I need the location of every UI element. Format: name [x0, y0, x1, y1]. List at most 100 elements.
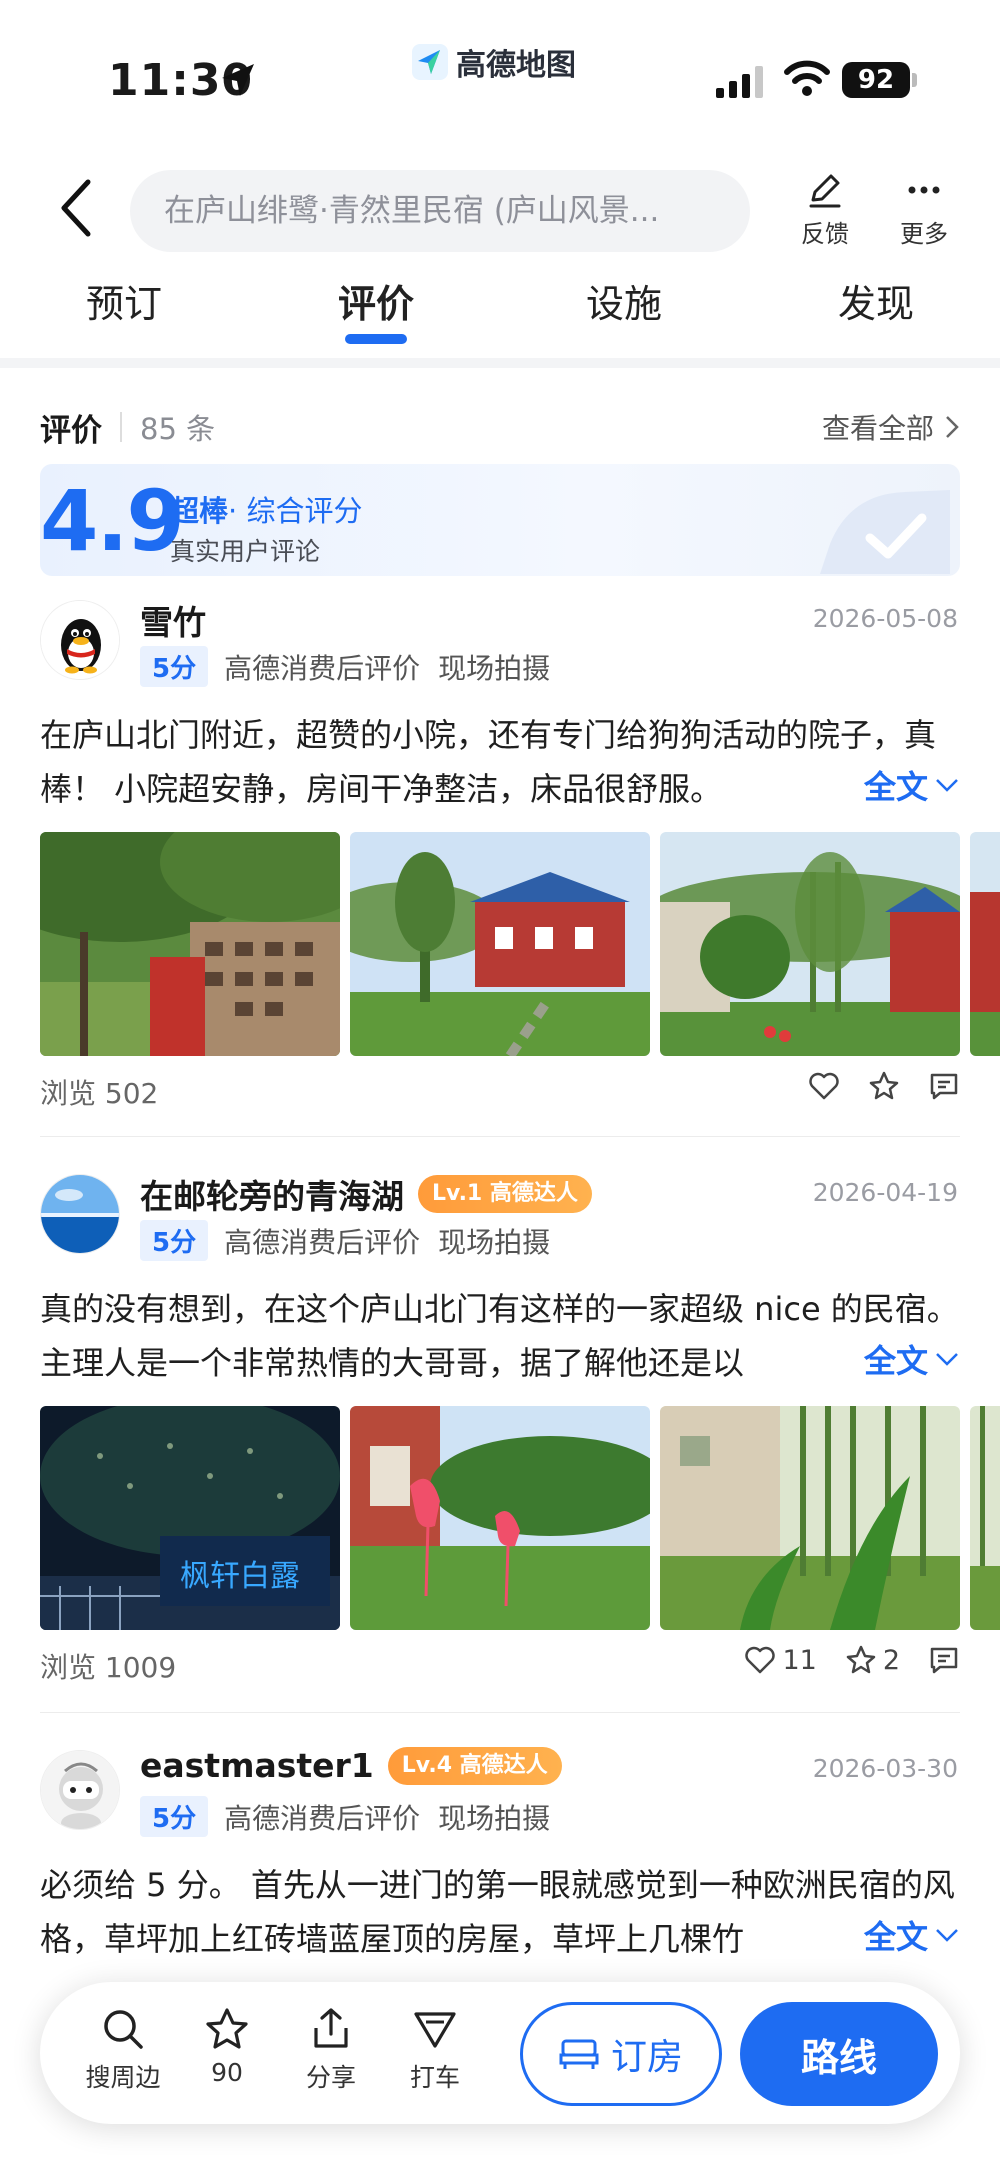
share-button[interactable]: 分享 — [286, 2006, 376, 2094]
night-sign-photo: 枫轩白露 — [40, 1406, 340, 1630]
search-icon — [104, 2010, 143, 2049]
review-photo[interactable] — [970, 1406, 1000, 1630]
review-photo[interactable] — [970, 832, 1000, 1056]
house-lawn-photo — [350, 832, 650, 1056]
app-name: 高德地图 — [456, 48, 576, 83]
favorite-button[interactable]: 2 — [845, 1644, 900, 1676]
user-name-text: eastmaster1 — [140, 1746, 374, 1785]
book-room-button[interactable]: 订房 — [520, 2002, 722, 2106]
expand-full-text[interactable]: 全文 — [803, 1912, 960, 1958]
review-meta: 5分 高德消费后评价 现场拍摄 — [140, 1796, 550, 1837]
onsite-photo-tag: 现场拍摄 — [438, 1801, 551, 1835]
onsite-photo-tag: 现场拍摄 — [438, 1225, 551, 1259]
badge-check-icon — [820, 490, 950, 574]
review-photo[interactable] — [660, 1406, 960, 1630]
tab-bar: 预订 评价 设施 发现 — [0, 268, 1000, 358]
user-name[interactable]: 雪竹 — [140, 596, 206, 644]
search-nearby-label: 搜周边 — [85, 2063, 161, 2092]
expand-full-text[interactable]: 全文 — [803, 762, 960, 808]
app-indicator: 高德地图 — [412, 42, 576, 83]
verified-tag: 高德消费后评价 — [224, 651, 421, 685]
avatar[interactable] — [40, 1750, 120, 1830]
review-photo[interactable] — [350, 832, 650, 1056]
tab-facilities[interactable]: 设施 — [524, 268, 724, 340]
battery-tip — [912, 73, 917, 87]
comment-icon — [930, 1073, 958, 1100]
reviews-title: 评价 — [40, 412, 102, 449]
see-all-link[interactable]: 查看全部 — [822, 407, 960, 447]
chevron-down-icon — [936, 1929, 958, 1942]
active-tab-indicator — [345, 334, 407, 344]
heart-icon — [809, 1072, 839, 1100]
more-button[interactable]: 更多 — [884, 170, 964, 249]
review-date: 2026-05-08 — [812, 604, 958, 633]
divider — [120, 412, 122, 442]
cellular-signal-icon — [716, 66, 763, 98]
verified-tag: 高德消费后评价 — [224, 1225, 421, 1259]
divider — [40, 1712, 960, 1713]
chevron-down-icon — [936, 779, 958, 792]
back-button[interactable] — [52, 176, 104, 240]
section-divider — [0, 358, 1000, 368]
like-button[interactable]: 11 — [744, 1644, 817, 1676]
status-bar: 11:30 高德地图 92 — [0, 0, 1000, 160]
favorite-count: 2 — [882, 1644, 900, 1676]
photo-sign-text: 枫轩白露 — [180, 1559, 300, 1594]
rating-points: 5分 — [140, 1796, 209, 1837]
like-count: 11 — [782, 1644, 817, 1676]
route-label: 路线 — [800, 2035, 877, 2080]
tab-reviews[interactable]: 评价 — [276, 268, 476, 340]
amap-logo-icon — [412, 44, 448, 80]
ocean-avatar-icon — [41, 1175, 119, 1253]
heart-icon — [745, 1646, 776, 1674]
avatar[interactable] — [40, 600, 120, 680]
photo-strip: 枫轩白露 — [40, 1406, 1000, 1630]
chevron-down-icon — [936, 1353, 958, 1366]
bottom-action-bar: 搜周边 90 分享 打车 订房 路线 — [40, 1982, 960, 2124]
favorite-button[interactable] — [868, 1070, 900, 1102]
grade-label: 超棒 — [170, 494, 229, 528]
chevron-right-icon — [946, 416, 959, 438]
like-button[interactable] — [808, 1071, 840, 1101]
route-button[interactable]: 路线 — [740, 2002, 938, 2106]
wifi-icon — [784, 60, 830, 96]
search-nearby-button[interactable]: 搜周边 — [78, 2006, 168, 2094]
feedback-label: 反馈 — [801, 220, 849, 248]
view-count: 浏览 502 — [40, 1077, 159, 1110]
onsite-photo-tag: 现场拍摄 — [438, 651, 551, 685]
score-grade: 超棒· 综合评分 — [170, 488, 362, 530]
photo-strip — [40, 832, 1000, 1056]
score-value: 4.9 — [40, 472, 185, 570]
full-text-label: 全文 — [863, 768, 928, 806]
house-photo — [970, 832, 1000, 1056]
comment-button[interactable] — [928, 1071, 960, 1101]
review-photo[interactable] — [40, 832, 340, 1056]
taxi-button[interactable]: 打车 — [390, 2006, 480, 2094]
comment-button[interactable] — [928, 1645, 960, 1675]
user-name-text: 在邮轮旁的青海湖 — [140, 1177, 404, 1216]
review-date: 2026-03-30 — [812, 1754, 958, 1783]
expand-full-text[interactable]: 全文 — [803, 1336, 960, 1382]
level-badge: Lv.4 高德达人 — [387, 1746, 562, 1785]
search-input[interactable]: 在庐山绯鹭·青然里民宿 (庐山风景... — [130, 170, 750, 252]
review-actions: 11 2 — [744, 1644, 960, 1676]
review-photo[interactable] — [350, 1406, 650, 1630]
feedback-button[interactable]: 反馈 — [785, 170, 865, 249]
tab-discover[interactable]: 发现 — [776, 268, 976, 340]
favorite-button[interactable]: 90 — [182, 2006, 272, 2087]
user-name[interactable]: eastmaster1 Lv.4 高德达人 — [140, 1746, 562, 1785]
more-dots-icon — [908, 186, 940, 194]
review-meta: 5分 高德消费后评价 现场拍摄 — [140, 1220, 550, 1261]
star-icon — [846, 1645, 876, 1674]
see-all-label: 查看全部 — [821, 412, 934, 445]
user-name[interactable]: 在邮轮旁的青海湖 Lv.1 高德达人 — [140, 1170, 592, 1218]
review-photo[interactable] — [660, 832, 960, 1056]
avatar[interactable] — [40, 1174, 120, 1254]
penguin-avatar-icon — [41, 601, 119, 679]
review-photo[interactable]: 枫轩白露 — [40, 1406, 340, 1630]
review-date: 2026-04-19 — [812, 1178, 958, 1207]
bamboo-garden-photo — [660, 1406, 960, 1630]
tab-booking[interactable]: 预订 — [24, 268, 224, 340]
level-badge: Lv.1 高德达人 — [418, 1175, 592, 1213]
reviews-count: 85 条 — [140, 412, 216, 446]
